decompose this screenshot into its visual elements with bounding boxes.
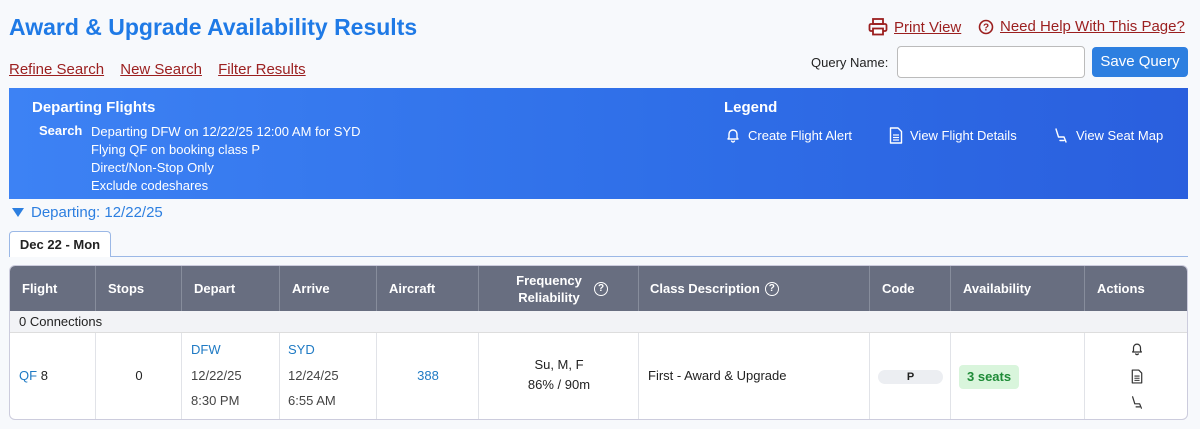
search-line: Departing DFW on 12/22/25 12:00 AM for S… [91, 124, 361, 139]
class-description: First - Award & Upgrade [648, 368, 787, 383]
refine-search-link[interactable]: Refine Search [9, 61, 104, 78]
depart-cell: DFW 12/22/25 8:30 PM [182, 333, 280, 419]
stops-value: 0 [135, 368, 143, 383]
legend-flight-details: View Flight Details [889, 127, 1017, 144]
bell-icon [727, 129, 739, 143]
table-header: Flight Stops Depart Arrive Aircraft Freq… [10, 266, 1187, 311]
departing-toggle[interactable]: Departing: 12/22/25 [12, 204, 163, 221]
printer-icon [868, 18, 888, 36]
search-criteria: Departing DFW on 12/22/25 12:00 AM for S… [91, 123, 361, 195]
col-header-stops: Stops [96, 266, 182, 311]
class-header-label: Class Description [650, 281, 760, 296]
flight-cell: QF 8 [10, 333, 96, 419]
depart-time: 8:30 PM [191, 393, 240, 408]
page-title: Award & Upgrade Availability Results [9, 14, 418, 40]
search-line: Flying QF on booking class P [91, 142, 261, 157]
caret-down-icon [12, 208, 24, 217]
tab-divider [111, 256, 1188, 257]
query-name-input[interactable] [897, 46, 1085, 78]
col-header-availability: Availability [951, 266, 1085, 311]
booking-code-pill: P [878, 370, 943, 384]
legend-create-alert: Create Flight Alert [725, 127, 852, 143]
arrive-airport-link[interactable]: SYD [288, 342, 315, 357]
document-icon[interactable] [1131, 369, 1143, 384]
banner-title: Departing Flights [32, 99, 156, 116]
svg-text:?: ? [983, 22, 989, 33]
aircraft-cell: 388 [377, 333, 479, 419]
new-search-link[interactable]: New Search [120, 61, 202, 78]
results-table: Flight Stops Depart Arrive Aircraft Freq… [9, 265, 1188, 420]
question-circle-icon: ? [978, 19, 994, 34]
legend-label: Create Flight Alert [748, 127, 853, 143]
print-view-link[interactable]: Print View [868, 18, 961, 36]
aircraft-link[interactable]: 388 [377, 368, 479, 383]
col-header-aircraft: Aircraft [377, 266, 479, 311]
legend-title: Legend [724, 99, 778, 116]
question-circle-icon[interactable]: ? [594, 281, 608, 296]
col-header-actions: Actions [1097, 281, 1145, 296]
search-line: Direct/Non-Stop Only [91, 160, 214, 175]
filter-results-link[interactable]: Filter Results [218, 61, 306, 78]
bell-icon[interactable] [1130, 341, 1144, 356]
table-row: QF 8 0 DFW 12/22/25 8:30 PM SYD 12/24/25… [10, 333, 1187, 419]
legend-label: View Seat Map [1076, 128, 1164, 143]
departing-flights-banner: Departing Flights Search Departing DFW o… [9, 88, 1188, 199]
frequency-days: Su, M, F [534, 357, 584, 372]
arrive-date: 12/24/25 [288, 368, 339, 383]
flight-number: 8 [40, 368, 48, 383]
legend-seat-map: View Seat Map [1053, 127, 1163, 144]
stops-cell: 0 [96, 333, 182, 419]
depart-date: 12/22/25 [191, 368, 242, 383]
legend-label: View Flight Details [910, 128, 1017, 143]
class-description-cell: First - Award & Upgrade [639, 333, 870, 419]
question-circle-icon[interactable]: ? [764, 281, 779, 296]
seat-icon[interactable] [1130, 395, 1144, 410]
seat-icon [1055, 128, 1067, 143]
departing-label: Departing: 12/22/25 [31, 204, 163, 221]
col-header-class: Class Description ? [639, 266, 870, 311]
save-query-button[interactable]: Save Query [1092, 47, 1188, 77]
search-key: Search [39, 123, 83, 138]
reliability-value: 86% / 90m [527, 377, 591, 392]
arrive-cell: SYD 12/24/25 6:55 AM [280, 333, 377, 419]
search-line: Exclude codeshares [91, 178, 209, 193]
col-header-code: Code [870, 266, 951, 311]
col-header-flight: Flight [10, 266, 96, 311]
airline-code-link[interactable]: QF [19, 368, 37, 383]
depart-airport-link[interactable]: DFW [191, 342, 221, 357]
code-cell: P [870, 333, 951, 419]
actions-cell [1085, 333, 1187, 419]
frequency-header-label: Frequency Reliability [516, 272, 582, 305]
top-links: Refine Search New Search Filter Results [9, 61, 318, 78]
connections-row: 0 Connections [10, 311, 1187, 333]
help-label: Need Help With This Page? [1000, 18, 1185, 35]
availability-cell: 3 seats [951, 333, 1085, 419]
tab-date[interactable]: Dec 22 - Mon [9, 231, 111, 257]
availability-badge: 3 seats [959, 365, 1020, 389]
document-icon [889, 127, 903, 144]
help-link[interactable]: ? Need Help With This Page? [978, 18, 1185, 35]
print-view-label: Print View [894, 18, 962, 36]
query-name-label: Query Name: [811, 55, 889, 70]
col-header-depart: Depart [182, 266, 280, 311]
arrive-time: 6:55 AM [288, 393, 336, 408]
frequency-cell: Su, M, F 86% / 90m [479, 333, 639, 419]
col-header-frequency: Frequency Reliability ? [479, 266, 639, 311]
col-header-arrive: Arrive [280, 266, 377, 311]
